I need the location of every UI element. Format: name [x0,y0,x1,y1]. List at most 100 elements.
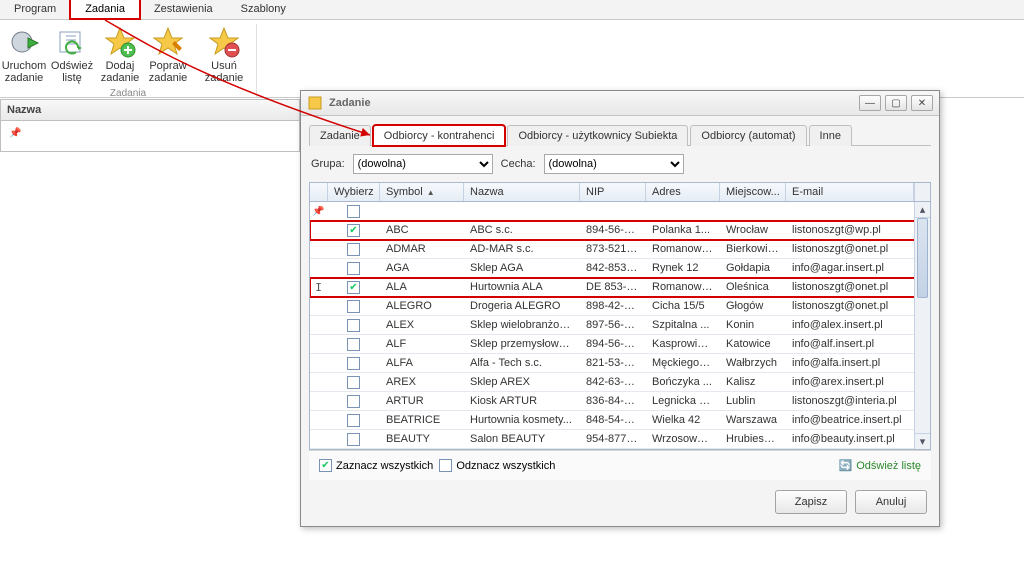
row-checkbox[interactable]: ✔ [328,281,380,294]
menu-program[interactable]: Program [0,0,70,19]
ribbon-uruchom-zadanie[interactable]: Uruchomzadanie [0,24,48,86]
ribbon-usun-zadanie[interactable]: Usuń zadanie [192,24,256,86]
star-add-icon [104,26,136,58]
ribbon-odswiez-liste[interactable]: Odświeżlistę [48,24,96,86]
cell-nazwa: Sklep AREX [464,376,580,388]
col-miejscowosc[interactable]: Miejscow... [720,183,786,201]
cell-miejscowosc: Katowice [720,338,786,350]
scroll-thumb[interactable] [917,218,928,298]
select-all-checkbox[interactable]: ✔ [319,459,332,472]
cell-nazwa: Hurtownia kosmety... [464,414,580,426]
filter-row-icon[interactable]: 📌 [9,128,21,139]
table-row[interactable]: AREXSklep AREX842-63-6...Bończyka ...Kal… [310,373,930,392]
row-checkbox[interactable] [328,414,380,427]
table-row[interactable]: BEATRICEHurtownia kosmety...848-54-5...W… [310,411,930,430]
scroll-up-icon[interactable]: ▴ [915,202,930,218]
col-wybierz[interactable]: Wybierz [328,183,380,201]
cell-nazwa: AD-MAR s.c. [464,243,580,255]
cell-symbol: ADMAR [380,243,464,255]
grid-body: 📌 ✔ABCABC s.c.894-56-5...Polanka 1...Wro… [310,202,930,449]
filter-checkbox[interactable] [328,205,380,218]
row-checkbox[interactable]: ✔ [328,224,380,237]
label: zadanie [5,72,44,84]
row-checkbox[interactable] [328,433,380,446]
cell-nazwa: Salon BEAUTY [464,433,580,445]
tab-odbiorcy-uzytkownicy[interactable]: Odbiorcy - użytkownicy Subiekta [507,125,688,146]
row-checkbox[interactable] [328,262,380,275]
col-indicator[interactable] [310,183,328,201]
cell-email: info@alex.insert.pl [786,319,930,331]
deselect-all-checkbox[interactable] [439,459,452,472]
cell-miejscowosc: Oleśnica [720,281,786,293]
table-row[interactable]: AGASklep AGA842-853-...Rynek 12Gołdapiai… [310,259,930,278]
ribbon: Uruchomzadanie Odświeżlistę Dodajzadanie… [0,20,1024,98]
table-row[interactable]: ALFSklep przemysłowy ...894-56-8...Kaspr… [310,335,930,354]
cell-miejscowosc: Lublin [720,395,786,407]
row-checkbox[interactable] [328,376,380,389]
cell-symbol: ALEGRO [380,300,464,312]
cell-email: info@alf.insert.pl [786,338,930,350]
menu-zadania[interactable]: Zadania [70,0,140,19]
row-checkbox[interactable] [328,243,380,256]
dialog-titlebar[interactable]: Zadanie — ▢ ✕ [301,91,939,116]
col-nazwa[interactable]: Nazwa [464,183,580,201]
row-checkbox[interactable] [328,395,380,408]
label: Dodaj [106,60,135,72]
menu-szablony[interactable]: Szablony [227,0,300,19]
scroll-down-icon[interactable]: ▾ [915,433,930,449]
cecha-select[interactable]: (dowolna) [544,154,684,174]
menu-zestawienia[interactable]: Zestawienia [140,0,227,19]
cell-adres: Wrzosowa ... [646,433,720,445]
tab-odbiorcy-automat[interactable]: Odbiorcy (automat) [690,125,806,146]
refresh-icon: 🔄 [839,459,853,472]
row-checkbox[interactable] [328,300,380,313]
minimize-button[interactable]: — [859,95,881,111]
col-email[interactable]: E-mail [786,183,914,201]
table-row[interactable]: BEAUTYSalon BEAUTY954-877-...Wrzosowa ..… [310,430,930,449]
cancel-button[interactable]: Anuluj [855,490,927,514]
col-nip[interactable]: NIP [580,183,646,201]
grupa-select[interactable]: (dowolna) [353,154,493,174]
grupa-label: Grupa: [311,158,345,170]
table-row[interactable]: ALEXSklep wielobranżow...897-56-8...Szpi… [310,316,930,335]
refresh-list-link[interactable]: 🔄 Odśwież listę [839,459,922,472]
table-row[interactable]: ARTURKiosk ARTUR836-84-6...Legnicka 5...… [310,392,930,411]
table-row[interactable]: ADMARAD-MAR s.c.873-521-...Romanows...Bi… [310,240,930,259]
ribbon-dodaj-zadanie[interactable]: Dodajzadanie [96,24,144,86]
cell-symbol: AREX [380,376,464,388]
grid-filter-row[interactable]: 📌 [310,202,930,221]
table-row[interactable]: ALEGRODrogeria ALEGRO898-42-4...Cicha 15… [310,297,930,316]
row-checkbox[interactable] [328,357,380,370]
cell-email: listonoszgt@onet.pl [786,281,930,293]
col-adres[interactable]: Adres [646,183,720,201]
row-checkbox[interactable] [328,319,380,332]
col-symbol[interactable]: Symbol▲ [380,183,464,201]
tab-inne[interactable]: Inne [809,125,852,146]
table-row[interactable]: I✔ALAHurtownia ALADE 853-7...Romanows...… [310,278,930,297]
tab-odbiorcy-kontrahenci[interactable]: Odbiorcy - kontrahenci [373,125,506,146]
grid-scrollbar[interactable]: ▴ ▾ [914,202,930,449]
cell-email: info@arex.insert.pl [786,376,930,388]
cell-nip: 894-56-5... [580,224,646,236]
cell-symbol: ALEX [380,319,464,331]
cell-adres: Rynek 12 [646,262,720,274]
label: Odśwież [51,60,93,72]
cell-nip: DE 853-7... [580,281,646,293]
maximize-button[interactable]: ▢ [885,95,907,111]
select-all-label[interactable]: Zaznacz wszystkich [336,460,433,472]
cell-miejscowosc: Warszawa [720,414,786,426]
cell-adres: Wielka 42 [646,414,720,426]
tab-zadanie[interactable]: Zadanie [309,125,371,146]
deselect-all-label[interactable]: Odznacz wszystkich [456,460,555,472]
table-row[interactable]: ✔ABCABC s.c.894-56-5...Polanka 1...Wrocł… [310,221,930,240]
save-button[interactable]: Zapisz [775,490,847,514]
cell-symbol: ALF [380,338,464,350]
cell-symbol: ARTUR [380,395,464,407]
row-checkbox[interactable] [328,338,380,351]
grid-footer: ✔ Zaznacz wszystkich Odznacz wszystkich … [309,450,931,480]
column-header-nazwa[interactable]: Nazwa [1,100,299,121]
cell-nazwa: Alfa - Tech s.c. [464,357,580,369]
close-button[interactable]: ✕ [911,95,933,111]
table-row[interactable]: ALFAAlfa - Tech s.c.821-53-1...Męckiego … [310,354,930,373]
ribbon-popraw-zadanie[interactable]: Poprawzadanie [144,24,192,86]
